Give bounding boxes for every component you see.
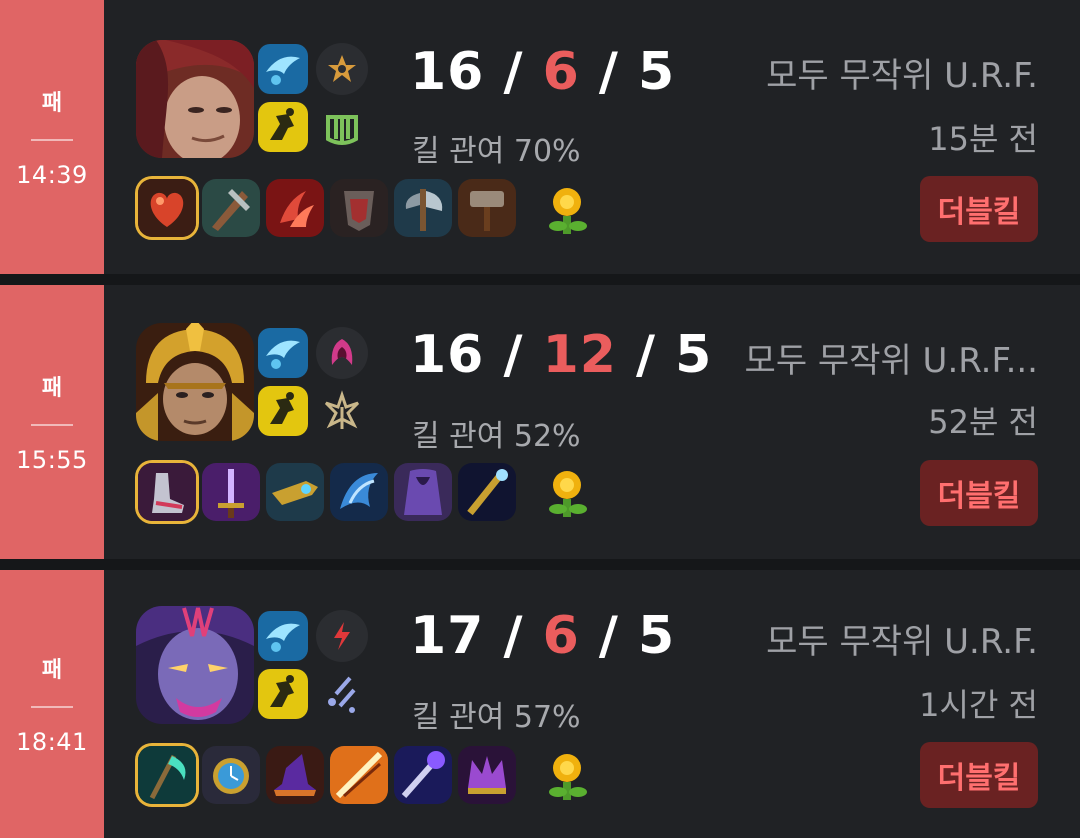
match-card[interactable]: 패 15:55 16 / 12 / 5 킬 관여 52% 모두 무작위 U.R.…: [0, 285, 1080, 559]
item-watch-icon[interactable]: [202, 746, 260, 804]
champion-portrait-purple-mask[interactable]: [136, 606, 254, 724]
result-label: 패: [41, 91, 63, 116]
result-label: 패: [41, 658, 63, 683]
assists: 5: [675, 325, 713, 385]
time-ago: 52분 전: [928, 403, 1038, 441]
deaths: 6: [542, 42, 580, 102]
item-claw-icon[interactable]: [266, 179, 324, 237]
item-axe-icon[interactable]: [394, 179, 452, 237]
ghost-icon: [258, 102, 308, 152]
match-card[interactable]: 패 18:41 17 / 6 / 5 킬 관여 57% 모두 무작위 U.R.F…: [0, 570, 1080, 838]
item-wing-icon[interactable]: [330, 463, 388, 521]
multikill-badge: 더블킬: [920, 176, 1038, 242]
result-bar: 패 15:55: [0, 285, 104, 559]
kill-participation: 킬 관여 70%: [412, 134, 581, 169]
inspiration-rune-icon: [316, 385, 368, 437]
item-staff-icon[interactable]: [458, 463, 516, 521]
multikill-badge: 더블킬: [920, 742, 1038, 808]
flash-icon: [258, 328, 308, 378]
kill-participation: 킬 관여 52%: [412, 419, 581, 454]
ward-trinket-icon[interactable]: [538, 746, 596, 804]
item-gun-icon[interactable]: [266, 463, 324, 521]
kills: 16: [410, 325, 485, 385]
item-sword-icon[interactable]: [202, 463, 260, 521]
assists: 5: [637, 606, 676, 666]
game-mode: 모두 무작위 U.R.F.: [766, 56, 1038, 96]
item-hammer-icon[interactable]: [458, 179, 516, 237]
item-wand-icon[interactable]: [394, 746, 452, 804]
assists: 5: [637, 42, 676, 102]
kda: 16 / 6 / 5: [410, 42, 676, 102]
kills: 16: [410, 42, 485, 102]
game-mode: 모두 무작위 U.R.F...: [744, 341, 1038, 381]
item-crown-icon[interactable]: [458, 746, 516, 804]
game-mode: 모두 무작위 U.R.F.: [766, 622, 1038, 662]
precision-keystone-icon: [316, 43, 368, 95]
deaths: 12: [542, 325, 617, 385]
result-bar: 패 18:41: [0, 570, 104, 838]
item-blade-icon[interactable]: [202, 179, 260, 237]
item-scythe-icon[interactable]: [138, 746, 196, 804]
ghost-icon: [258, 386, 308, 436]
kills: 17: [410, 606, 485, 666]
item-cloak-icon[interactable]: [394, 463, 452, 521]
result-bar: 패 14:39: [0, 0, 104, 274]
match-card[interactable]: 패 14:39 16 / 6 / 5 킬 관여 70% 모두 무작위 U.R.F…: [0, 0, 1080, 274]
time-ago: 15분 전: [928, 120, 1038, 158]
item-boots-icon[interactable]: [138, 463, 196, 521]
item-armor-icon[interactable]: [330, 179, 388, 237]
ward-trinket-icon[interactable]: [538, 463, 596, 521]
item-lance-icon[interactable]: [330, 746, 388, 804]
deaths: 6: [542, 606, 580, 666]
divider: [31, 139, 73, 141]
flash-icon: [258, 611, 308, 661]
kda: 17 / 6 / 5: [410, 606, 676, 666]
result-label: 패: [41, 376, 63, 401]
divider: [31, 424, 73, 426]
kda: 16 / 12 / 5: [410, 325, 713, 385]
item-heart-icon[interactable]: [138, 179, 196, 237]
item-hat-icon[interactable]: [266, 746, 324, 804]
ghost-icon: [258, 669, 308, 719]
champion-portrait-golden-helmet[interactable]: [136, 323, 254, 441]
flash-icon: [258, 44, 308, 94]
resolve-rune-icon: [316, 101, 368, 153]
kill-participation: 킬 관여 57%: [412, 700, 581, 735]
champion-portrait-red-hair[interactable]: [136, 40, 254, 158]
game-duration: 14:39: [16, 161, 88, 189]
divider: [31, 706, 73, 708]
sorcery-rune-icon: [316, 668, 368, 720]
ward-trinket-icon[interactable]: [538, 180, 596, 238]
multikill-badge: 더블킬: [920, 460, 1038, 526]
game-duration: 15:55: [16, 446, 88, 474]
match-history-list: 패 14:39 16 / 6 / 5 킬 관여 70% 모두 무작위 U.R.F…: [0, 0, 1080, 838]
game-duration: 18:41: [16, 728, 88, 756]
domination-keystone-icon: [316, 327, 368, 379]
electrocute-keystone-icon: [316, 610, 368, 662]
time-ago: 1시간 전: [919, 686, 1038, 724]
